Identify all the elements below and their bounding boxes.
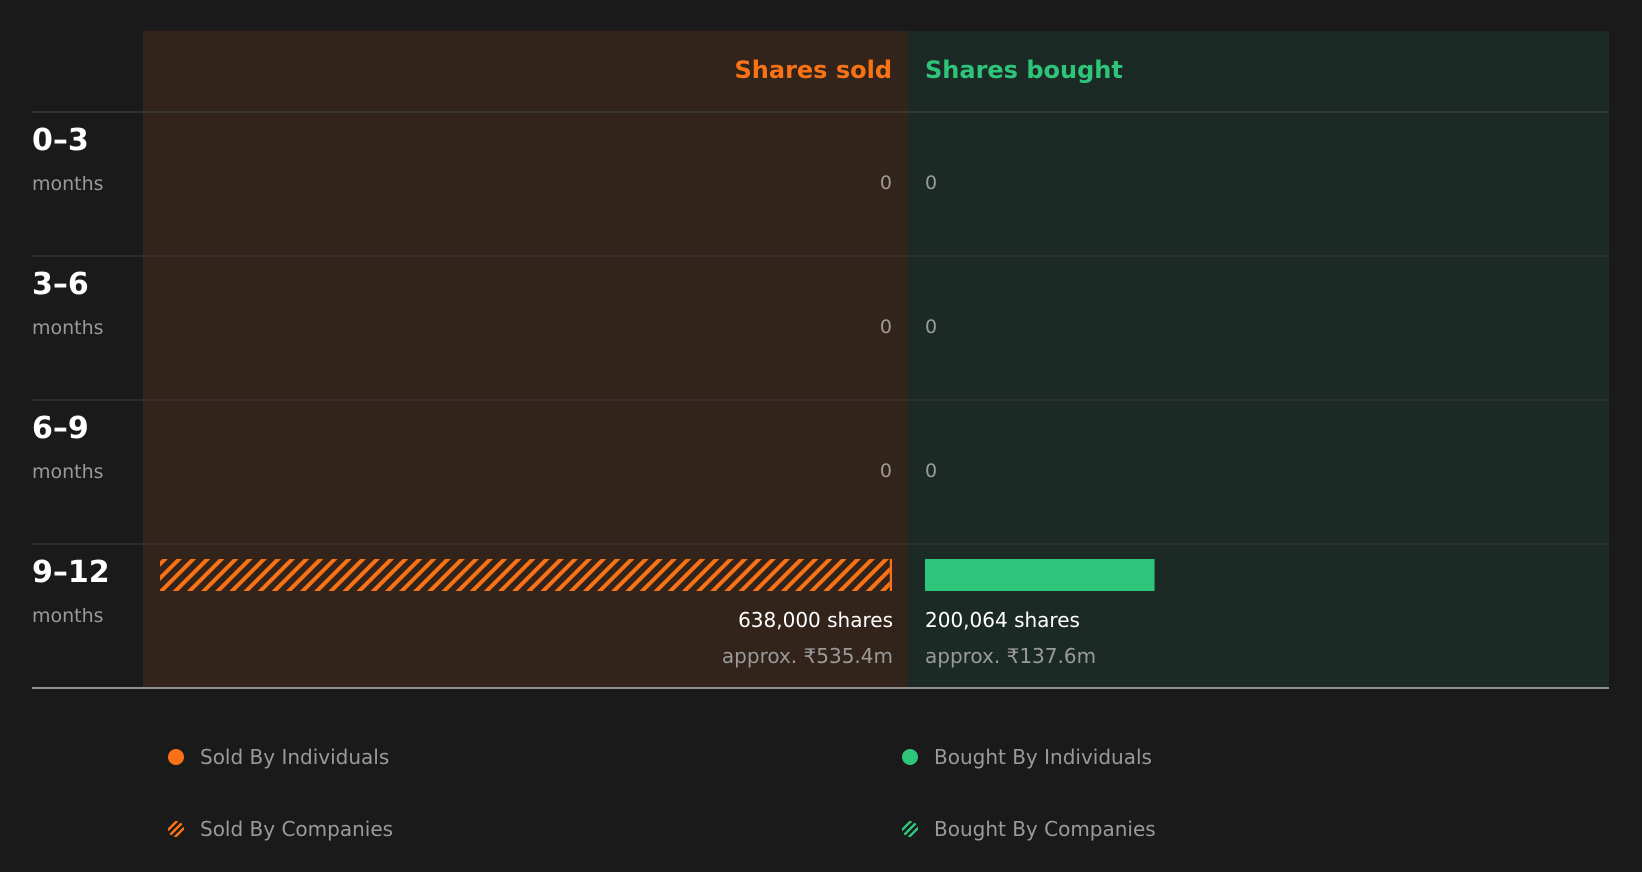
legend-item-sold-individuals: Sold By Individuals xyxy=(168,745,389,769)
row-range-label: 6–9 xyxy=(32,411,89,446)
legend-label: Bought By Individuals xyxy=(934,745,1152,769)
hatched-green-dot-icon xyxy=(902,821,918,837)
sold-value-label: 0 xyxy=(880,460,892,482)
row-unit-label: months xyxy=(32,461,104,483)
legend-item-bought-individuals: Bought By Individuals xyxy=(902,745,1152,769)
bought-value-label: 0 xyxy=(925,172,937,194)
bought-approx-label: approx. ₹137.6m xyxy=(925,644,1096,668)
bought-shares-label: 200,064 shares xyxy=(925,608,1080,632)
bought-value-label: 0 xyxy=(925,460,937,482)
solid-orange-dot-icon xyxy=(168,749,184,765)
legend-item-bought-companies: Bought By Companies xyxy=(902,817,1156,841)
solid-green-dot-icon xyxy=(902,749,918,765)
legend-label: Bought By Companies xyxy=(934,817,1156,841)
sold-header: Shares sold xyxy=(735,56,893,84)
bought-value-label: 0 xyxy=(925,316,937,338)
legend-item-sold-companies: Sold By Companies xyxy=(168,817,393,841)
row-unit-label: months xyxy=(32,605,104,627)
row-unit-label: months xyxy=(32,173,104,195)
bar-sold-companies xyxy=(160,559,890,591)
sold-approx-label: approx. ₹535.4m xyxy=(722,644,893,668)
hatched-orange-dot-icon xyxy=(168,821,184,837)
insider-trading-chart: Shares sold Shares bought 0–3 months 0 0 3–6… xyxy=(32,31,1609,689)
row-unit-label: months xyxy=(32,317,104,339)
row-range-label: 0–3 xyxy=(32,123,89,158)
sold-shares-label: 638,000 shares xyxy=(738,608,893,632)
sold-value-label: 0 xyxy=(880,172,892,194)
legend-label: Sold By Companies xyxy=(200,817,394,841)
sold-value-label: 0 xyxy=(880,316,892,338)
bar-sold-individuals xyxy=(889,559,892,591)
row-range-label: 9–12 xyxy=(32,555,110,590)
bought-header: Shares bought xyxy=(925,56,1123,84)
row-range-label: 3–6 xyxy=(32,267,89,302)
legend-label: Sold By Individuals xyxy=(200,745,390,769)
bar-bought-individuals xyxy=(925,559,1155,591)
